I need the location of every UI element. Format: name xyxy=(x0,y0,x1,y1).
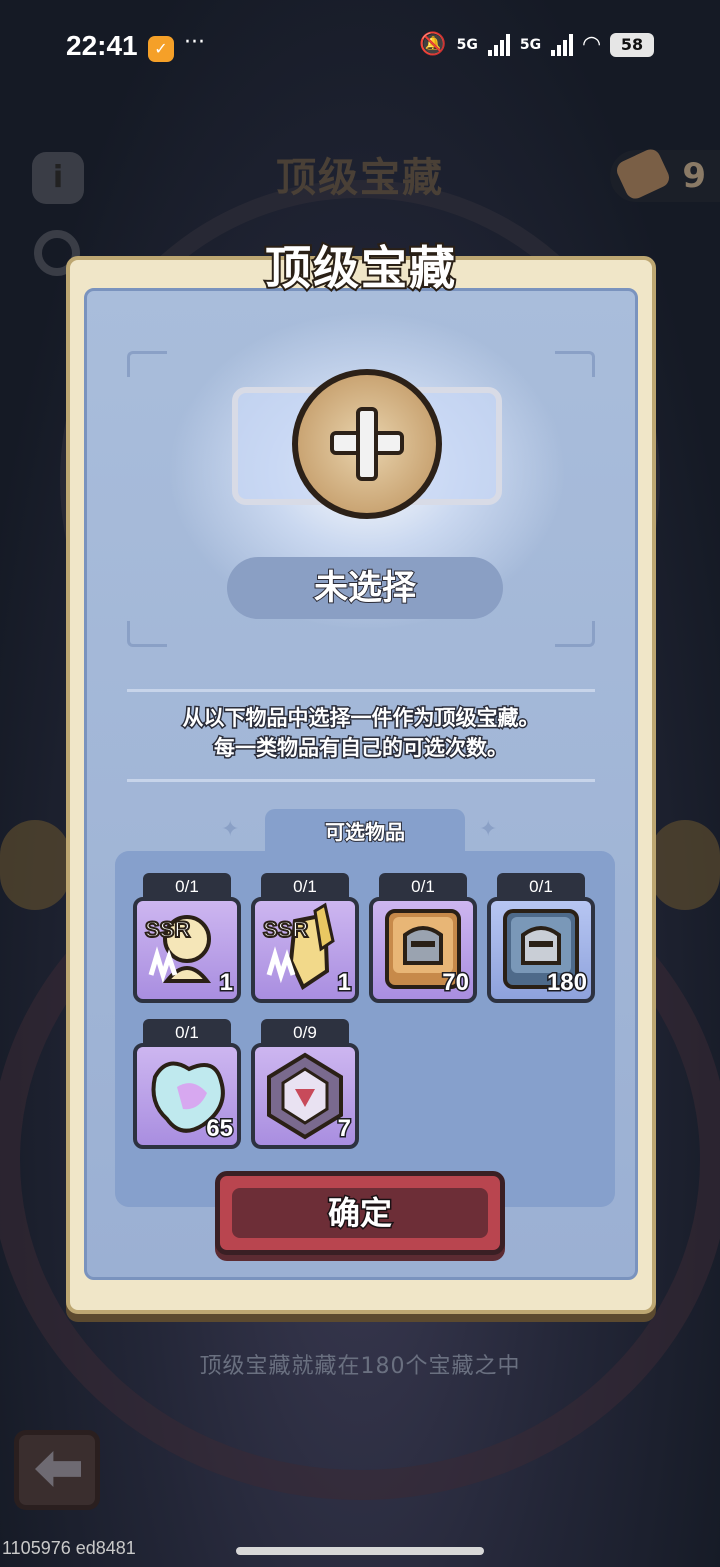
status-time: 22:41 xyxy=(66,30,138,61)
svg-text:SSR: SSR xyxy=(263,917,308,942)
item-card: 65 xyxy=(133,1043,241,1149)
hammer-count: 9 xyxy=(682,156,706,196)
battery-indicator: 58 xyxy=(610,32,654,57)
svg-text:SSR: SSR xyxy=(145,917,190,942)
item-card: 70 xyxy=(369,897,477,1003)
info-button[interactable]: i xyxy=(32,152,84,204)
instruction-line-1: 从以下物品中选择一件作为顶级宝藏。 xyxy=(181,705,541,732)
items-grid: 0/1 SSR 1 0/1 SSR 1 0/1 70 0/1 180 0/1 6… xyxy=(115,851,615,1207)
status-bar: 22:41 ✓ ··· 🔕 5G 5G ◠ 58 xyxy=(0,0,720,96)
item-slot-4[interactable]: 0/1 180 xyxy=(487,873,595,1003)
item-card: 180 xyxy=(487,897,595,1003)
instruction-text: 从以下物品中选择一件作为顶级宝藏。 每一类物品有自己的可选次数。 xyxy=(87,703,635,763)
sparkle-icon: ✦ xyxy=(221,817,240,842)
item-slot-5[interactable]: 0/1 65 xyxy=(133,1019,241,1149)
signal-icon xyxy=(487,33,510,56)
app-notification-icon: ✓ xyxy=(148,36,174,62)
item-quantity: 65 xyxy=(205,1114,235,1144)
background-hint-text: 顶级宝藏就藏在180个宝藏之中 xyxy=(199,1354,521,1379)
status-right-icons: 🔕 5G 5G ◠ 58 xyxy=(419,32,654,57)
corner-decoration xyxy=(555,351,595,377)
wifi-icon: ◠ xyxy=(583,32,600,57)
sparkle-icon: ✦ xyxy=(479,817,498,842)
item-card: 7 xyxy=(251,1043,359,1149)
item-quantity: 1 xyxy=(336,968,352,998)
item-slot-2[interactable]: 0/1 SSR 1 xyxy=(251,873,359,1003)
net-label-1: 5G xyxy=(456,36,478,53)
back-button[interactable] xyxy=(14,1430,100,1510)
item-slot-3[interactable]: 0/1 70 xyxy=(369,873,477,1003)
corner-decoration xyxy=(555,621,595,647)
item-quantity: 1 xyxy=(218,968,234,998)
mute-icon: 🔕 xyxy=(419,32,447,57)
item-slot-1[interactable]: 0/1 SSR 1 xyxy=(133,873,241,1003)
add-treasure-slot[interactable] xyxy=(292,369,442,519)
debug-id: 1105976 ed8481 xyxy=(2,1538,136,1558)
dialog-body: 未选择 从以下物品中选择一件作为顶级宝藏。 每一类物品有自己的可选次数。 ✦ ✦… xyxy=(84,288,638,1280)
signal-icon-2 xyxy=(551,33,574,56)
dialog-title: 顶级宝藏 xyxy=(263,239,457,297)
item-quantity: 7 xyxy=(336,1114,352,1144)
plus-icon-vertical xyxy=(356,407,378,481)
status-overflow: ··· xyxy=(184,30,205,55)
divider-bottom xyxy=(127,779,595,782)
item-slot-6[interactable]: 0/9 7 xyxy=(251,1019,359,1149)
item-quantity: 180 xyxy=(545,968,588,998)
item-quantity: 70 xyxy=(441,968,471,998)
corner-decoration xyxy=(127,351,167,377)
left-side-decoration xyxy=(0,820,70,910)
divider-top xyxy=(127,689,595,692)
back-arrow-icon xyxy=(35,1451,81,1487)
instruction-line-2: 每一类物品有自己的可选次数。 xyxy=(213,735,510,762)
item-card: SSR 1 xyxy=(251,897,359,1003)
corner-decoration xyxy=(127,621,167,647)
selection-status: 未选择 xyxy=(227,557,503,619)
confirm-button[interactable]: 确定 xyxy=(215,1171,505,1255)
net-label-2: 5G xyxy=(519,36,542,53)
right-side-decoration xyxy=(650,820,720,910)
hammer-counter[interactable]: 9 xyxy=(610,146,720,202)
home-indicator[interactable] xyxy=(236,1547,484,1555)
top-treasure-dialog: 未选择 从以下物品中选择一件作为顶级宝藏。 每一类物品有自己的可选次数。 ✦ ✦… xyxy=(66,239,656,1314)
confirm-label: 确定 xyxy=(232,1188,488,1238)
hammer-icon xyxy=(613,146,673,202)
item-card: SSR 1 xyxy=(133,897,241,1003)
tab-selectable-items[interactable]: 可选物品 xyxy=(265,809,465,855)
